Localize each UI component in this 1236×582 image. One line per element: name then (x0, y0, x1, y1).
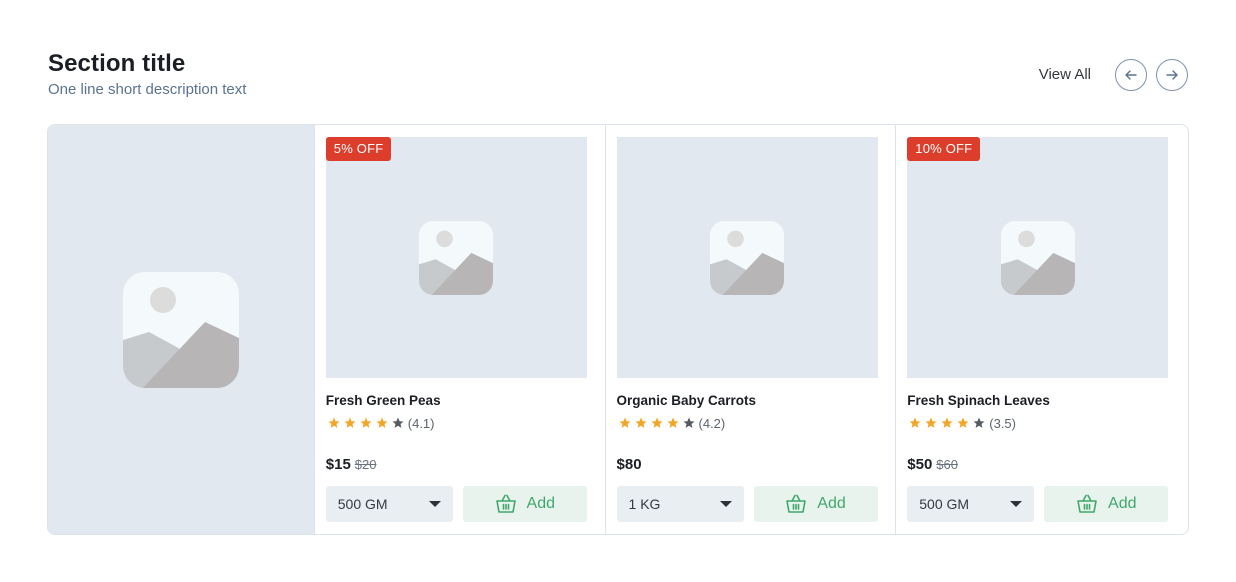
rating-value: (3.5) (989, 415, 1016, 431)
product-image[interactable] (907, 137, 1169, 378)
section-header: Section title One line short description… (48, 48, 1188, 104)
basket-icon (495, 494, 516, 513)
rating-value: (4.1) (407, 415, 435, 431)
add-button-label: Add (817, 495, 846, 512)
discount-badge: 10% OFF (907, 137, 981, 161)
product-card[interactable]: 5% OFF Fresh Green Peas (4.1) $15 $20 50… (315, 125, 606, 534)
star-icon (941, 417, 953, 428)
quantity-dropdown[interactable]: 500 GM (907, 486, 1035, 522)
image-placeholder-icon (122, 271, 239, 388)
original-price: $60 (936, 457, 958, 472)
image-placeholder-icon (1000, 220, 1075, 295)
current-price: $15 (325, 456, 351, 473)
arrow-right-icon (1166, 70, 1178, 80)
star-icon (360, 417, 372, 428)
star-icon (376, 417, 388, 428)
current-price: $50 (907, 456, 933, 473)
star-icon (683, 417, 695, 428)
star-icon (957, 417, 969, 428)
rating-value: (4.2) (698, 415, 726, 431)
product-rating: (4.2) (617, 415, 726, 431)
chevron-down-icon (1010, 501, 1023, 507)
original-price: $20 (354, 457, 377, 472)
chevron-down-icon (719, 501, 732, 507)
product-rating: (3.5) (907, 415, 1016, 431)
quantity-dropdown[interactable]: 500 GM (325, 486, 453, 522)
quantity-value: 500 GM (337, 496, 388, 512)
product-name[interactable]: Fresh Spinach Leaves (907, 393, 1050, 408)
product-card[interactable]: Organic Baby Carrots (4.2) $80 1 KG Add (606, 125, 897, 534)
add-to-cart-button[interactable]: Add (1044, 486, 1169, 522)
image-placeholder-icon (710, 220, 785, 295)
add-to-cart-button[interactable]: Add (462, 486, 587, 522)
view-all-link[interactable]: View All (1039, 66, 1091, 83)
promo-banner[interactable] (48, 125, 315, 534)
discount-badge: 5% OFF (325, 137, 392, 161)
add-button-label: Add (1108, 495, 1137, 512)
current-price: $80 (616, 456, 642, 473)
carousel-prev-button[interactable] (1115, 59, 1147, 91)
product-rating: (4.1) (326, 415, 435, 431)
product-image[interactable] (325, 137, 587, 378)
star-icon (344, 417, 356, 428)
product-price: $50 $60 (907, 456, 958, 473)
arrow-left-icon (1125, 70, 1137, 80)
product-price: $80 (617, 456, 642, 473)
star-icon (651, 417, 663, 428)
product-carousel: 5% OFF Fresh Green Peas (4.1) $15 $20 50… (47, 124, 1189, 535)
star-icon (667, 417, 679, 428)
add-button-label: Add (526, 495, 555, 512)
star-icon (392, 417, 404, 428)
product-name[interactable]: Organic Baby Carrots (617, 393, 757, 408)
basket-icon (1077, 494, 1097, 513)
add-to-cart-button[interactable]: Add (753, 486, 878, 522)
quantity-dropdown[interactable]: 1 KG (616, 486, 744, 522)
quantity-value: 500 GM (919, 496, 970, 512)
star-icon (328, 417, 340, 428)
product-card[interactable]: 10% OFF Fresh Spinach Leaves (3.5) $50 $… (896, 125, 1188, 534)
star-icon (909, 417, 921, 428)
chevron-down-icon (428, 501, 441, 507)
product-price: $15 $20 (326, 456, 377, 473)
image-placeholder-icon (419, 220, 494, 295)
star-icon (635, 417, 647, 428)
section-title: Section title (48, 50, 186, 77)
quantity-value: 1 KG (628, 496, 661, 512)
product-image[interactable] (616, 137, 878, 378)
basket-icon (786, 494, 807, 513)
product-name[interactable]: Fresh Green Peas (326, 393, 441, 408)
carousel-next-button[interactable] (1156, 59, 1188, 91)
star-icon (973, 417, 985, 428)
star-icon (925, 417, 937, 428)
section-description: One line short description text (48, 81, 247, 98)
star-icon (619, 417, 631, 428)
